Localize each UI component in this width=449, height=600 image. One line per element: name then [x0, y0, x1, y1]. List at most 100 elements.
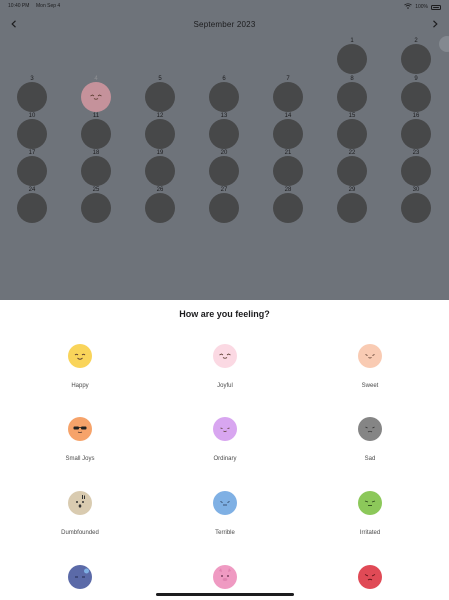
calendar-day[interactable]: 11: [76, 113, 116, 153]
calendar-day[interactable]: 1: [332, 38, 372, 78]
mood-sheet: How are you feeling? Happy Joyful Sweet Sma…: [0, 300, 449, 600]
day-empty-circle: [209, 193, 239, 223]
calendar-day[interactable]: 24: [12, 187, 52, 227]
calendar-day[interactable]: 16: [396, 113, 436, 153]
day-empty-circle: [401, 119, 431, 149]
calendar-day[interactable]: 8: [332, 76, 372, 116]
calendar-day[interactable]: 23: [396, 150, 436, 190]
day-empty-circle: [273, 193, 303, 223]
status-date: Mon Sep 4: [36, 3, 61, 9]
day-empty-circle: [273, 156, 303, 186]
day-empty-circle: [81, 156, 111, 186]
mood-label: Happy: [71, 383, 89, 389]
mood-option[interactable]: [310, 561, 430, 600]
status-right: 100%: [404, 3, 441, 11]
calendar-day[interactable]: 27: [204, 187, 244, 227]
calendar-day[interactable]: 4: [76, 76, 116, 116]
calendar-day[interactable]: 20: [204, 150, 244, 190]
month-header: September 2023: [0, 17, 449, 31]
wifi-icon: [404, 3, 412, 11]
calendar-day[interactable]: 19: [140, 150, 180, 190]
day-empty-circle: [273, 119, 303, 149]
mood-label: Sweet: [361, 383, 379, 389]
mood-label: Ordinary: [213, 456, 237, 462]
battery-icon: [431, 4, 441, 10]
day-empty-circle: [401, 193, 431, 223]
day-empty-circle: [209, 82, 239, 112]
day-empty-circle: [209, 119, 239, 149]
mood-option[interactable]: Terrible: [165, 487, 285, 547]
day-empty-circle: [145, 156, 175, 186]
day-empty-circle: [337, 44, 367, 74]
mood-option[interactable]: Irritated: [310, 487, 430, 547]
terrible-face-icon: [213, 491, 237, 515]
day-empty-circle: [337, 156, 367, 186]
calendar-day[interactable]: 9: [396, 76, 436, 116]
day-empty-circle: [17, 119, 47, 149]
day-empty-circle: [17, 82, 47, 112]
mood-option[interactable]: Small Joys: [20, 413, 140, 473]
day-empty-circle: [145, 193, 175, 223]
calendar-day[interactable]: 15: [332, 113, 372, 153]
day-empty-circle: [145, 119, 175, 149]
day-empty-circle: [337, 119, 367, 149]
mood-option[interactable]: [20, 561, 140, 600]
happy-face-icon: [68, 344, 92, 368]
calendar-day[interactable]: 13: [204, 113, 244, 153]
calendar-day[interactable]: 7: [268, 76, 308, 116]
mood-option[interactable]: Sweet: [310, 340, 430, 400]
mood-option[interactable]: Happy: [20, 340, 140, 400]
day-empty-circle: [17, 193, 47, 223]
sheet-title: How are you feeling?: [179, 309, 270, 319]
day-empty-circle: [81, 193, 111, 223]
mood-option[interactable]: Sad: [310, 413, 430, 473]
calendar-day[interactable]: 22: [332, 150, 372, 190]
calendar-day[interactable]: 17: [12, 150, 52, 190]
mood-label: Irritated: [359, 530, 381, 536]
mood-option[interactable]: Dumbfounded: [20, 487, 140, 547]
day-empty-circle: [17, 156, 47, 186]
status-time: 10:40 PM: [8, 3, 30, 9]
sad-face-icon: [358, 417, 382, 441]
calendar-day[interactable]: 28: [268, 187, 308, 227]
calendar-day[interactable]: 18: [76, 150, 116, 190]
joyful-face-icon: [213, 344, 237, 368]
calendar-day[interactable]: 21: [268, 150, 308, 190]
day-empty-circle: [401, 82, 431, 112]
mood-label: Terrible: [215, 530, 235, 536]
pig-face-icon: [213, 565, 237, 589]
calendar-day[interactable]: 3: [12, 76, 52, 116]
angry-face-icon: [358, 565, 382, 589]
day-empty-circle: [401, 44, 431, 74]
battery-percent: 100%: [415, 4, 428, 10]
day-empty-circle: [209, 156, 239, 186]
calendar-day[interactable]: 10: [12, 113, 52, 153]
sweet-face-icon: [358, 344, 382, 368]
calendar-day[interactable]: 26: [140, 187, 180, 227]
status-bar: 10:40 PM Mon Sep 4 100%: [0, 0, 449, 12]
mood-option[interactable]: Ordinary: [165, 413, 285, 473]
mood-label: Sad: [364, 456, 376, 462]
calendar-day[interactable]: 14: [268, 113, 308, 153]
calendar-day[interactable]: 30: [396, 187, 436, 227]
calendar-day[interactable]: 25: [76, 187, 116, 227]
home-indicator: [156, 593, 294, 596]
mood-label: Joyful: [217, 383, 233, 389]
day-empty-circle: [401, 156, 431, 186]
day-empty-circle: [145, 82, 175, 112]
day-empty-circle: [337, 193, 367, 223]
day-empty-circle: [337, 82, 367, 112]
mood-label: Dumbfounded: [61, 530, 99, 536]
mood-option[interactable]: Joyful: [165, 340, 285, 400]
calendar-area: 10:40 PM Mon Sep 4 100% September 2023 1…: [0, 0, 449, 300]
calendar-day[interactable]: 29: [332, 187, 372, 227]
chevron-right-icon[interactable]: [429, 18, 441, 30]
calendar-day[interactable]: 5: [140, 76, 180, 116]
month-title: September 2023: [193, 19, 256, 29]
irritated-face-icon: [358, 491, 382, 515]
calendar-day[interactable]: 12: [140, 113, 180, 153]
ordinary-face-icon: [213, 417, 237, 441]
day-empty-circle: [81, 119, 111, 149]
calendar-day[interactable]: 6: [204, 76, 244, 116]
calendar-day[interactable]: 2: [396, 38, 436, 78]
